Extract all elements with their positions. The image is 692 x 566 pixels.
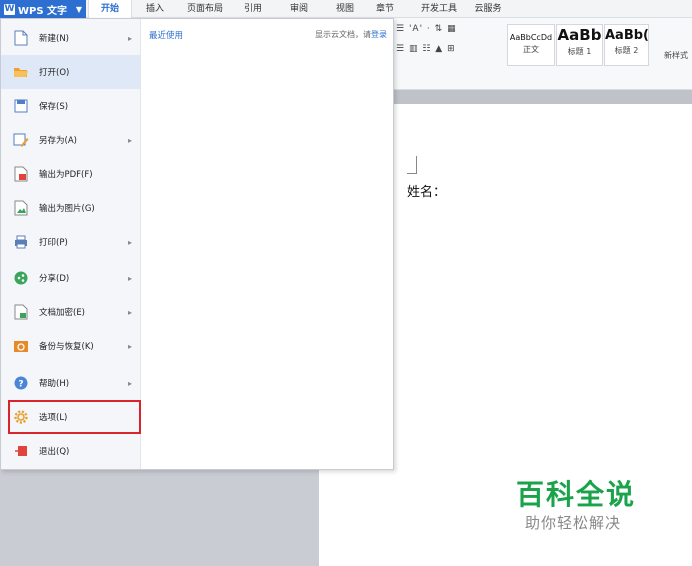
pdf-icon bbox=[13, 166, 29, 182]
line-spacing-icon[interactable]: ☷ bbox=[422, 44, 431, 54]
menu-item-label: 选项(L) bbox=[39, 413, 68, 423]
menu-item-print[interactable]: 打印(P) ▸ bbox=[1, 225, 140, 259]
style-heading-1-sample: AaBb bbox=[557, 26, 602, 44]
document-text[interactable]: 姓名： bbox=[407, 181, 446, 200]
file-menu-list: 新建(N) ▸ 打开(O) 保存(S) 另存为(A) ▸ 输出为PDF(F) 输… bbox=[1, 19, 141, 469]
new-style-button[interactable]: 新样式 bbox=[664, 50, 688, 61]
gear-icon bbox=[13, 409, 29, 425]
menu-item-label: 打印(P) bbox=[39, 238, 68, 248]
tab-home[interactable]: 开始 bbox=[88, 0, 132, 18]
shading-icon[interactable]: ▲ bbox=[435, 44, 443, 54]
svg-text:?: ? bbox=[18, 380, 23, 390]
chevron-right-icon: ▸ bbox=[127, 341, 132, 351]
cloud-hint-text: 显示云文档，请 bbox=[315, 30, 371, 39]
tab-sections[interactable]: 章节 bbox=[370, 0, 400, 18]
tab-view[interactable]: 视图 bbox=[330, 0, 360, 18]
printer-icon bbox=[13, 234, 29, 250]
help-icon: ? bbox=[13, 375, 29, 391]
menu-item-label: 分享(D) bbox=[39, 274, 70, 284]
app-menu-button[interactable]: W WPS 文字 ▼ bbox=[0, 0, 86, 18]
wps-logo-icon: W bbox=[4, 3, 15, 15]
menu-item-open[interactable]: 打开(O) bbox=[1, 55, 140, 89]
ribbon-row-1: ☰ 'A' · ⇅ ▦ bbox=[396, 24, 457, 34]
menu-item-save[interactable]: 保存(S) bbox=[1, 89, 140, 123]
menu-item-label: 退出(Q) bbox=[39, 447, 70, 457]
menu-item-label: 打开(O) bbox=[39, 68, 70, 78]
style-heading-1[interactable]: AaBb 标题 1 bbox=[556, 24, 603, 66]
tab-cloud-services[interactable]: 云服务 bbox=[470, 0, 506, 18]
tab-page-layout[interactable]: 页面布局 bbox=[182, 0, 228, 18]
watermark-subtitle: 助你轻松解决 bbox=[525, 514, 622, 532]
menu-item-label: 输出为图片(G) bbox=[39, 204, 95, 214]
table-icon[interactable]: ▦ bbox=[447, 24, 457, 34]
chevron-down-icon: ▼ bbox=[75, 4, 82, 14]
chevron-right-icon: ▸ bbox=[127, 135, 132, 145]
login-link[interactable]: 登录 bbox=[371, 30, 387, 39]
menu-item-save-as[interactable]: 另存为(A) ▸ bbox=[1, 123, 140, 157]
align-icon[interactable]: ☰ bbox=[396, 44, 405, 54]
top-tab-bar: W WPS 文字 ▼ 开始 插入 页面布局 引用 审阅 视图 章节 开发工具 云… bbox=[0, 0, 692, 18]
new-doc-icon bbox=[13, 30, 29, 46]
menu-item-label: 文档加密(E) bbox=[39, 308, 86, 318]
menu-item-label: 另存为(A) bbox=[39, 136, 77, 146]
tab-developer-tools[interactable]: 开发工具 bbox=[416, 0, 462, 18]
menu-item-new[interactable]: 新建(N) ▸ bbox=[1, 21, 140, 55]
encrypt-icon bbox=[13, 304, 29, 320]
style-heading-1-caption: 标题 1 bbox=[567, 47, 592, 56]
backup-icon bbox=[13, 338, 29, 354]
save-as-icon bbox=[13, 132, 29, 148]
indent-icon[interactable]: ☰ bbox=[396, 24, 405, 34]
menu-item-export-image[interactable]: 输出为图片(G) bbox=[1, 191, 140, 225]
font-size-buttons[interactable]: 'A' · bbox=[409, 24, 431, 34]
style-normal-caption: 正文 bbox=[523, 45, 539, 54]
menu-item-export-pdf[interactable]: 输出为PDF(F) bbox=[1, 157, 140, 191]
tab-insert[interactable]: 插入 bbox=[140, 0, 170, 18]
chevron-right-icon: ▸ bbox=[127, 378, 132, 388]
menu-item-label: 帮助(H) bbox=[39, 379, 70, 389]
sort-icon[interactable]: ⇅ bbox=[435, 24, 444, 34]
folder-open-icon bbox=[13, 64, 29, 80]
file-menu: 新建(N) ▸ 打开(O) 保存(S) 另存为(A) ▸ 输出为PDF(F) 输… bbox=[0, 18, 394, 470]
recent-files-heading: 最近使用 bbox=[149, 31, 184, 41]
chevron-right-icon: ▸ bbox=[127, 237, 132, 247]
ribbon-row-2: ☰ ▥ ☷ ▲ ⊞ bbox=[396, 44, 456, 54]
style-normal-sample: AaBbCcDd bbox=[509, 33, 553, 42]
menu-item-label: 备份与恢复(K) bbox=[39, 342, 94, 352]
image-export-icon bbox=[13, 200, 29, 216]
exit-icon bbox=[13, 443, 29, 459]
tab-references[interactable]: 引用 bbox=[238, 0, 268, 18]
save-icon bbox=[13, 98, 29, 114]
column-icon[interactable]: ▥ bbox=[409, 44, 419, 54]
watermark-title: 百科全说 bbox=[516, 478, 637, 511]
chevron-right-icon: ▸ bbox=[127, 273, 132, 283]
border-icon[interactable]: ⊞ bbox=[447, 44, 456, 54]
share-icon bbox=[13, 270, 29, 286]
cloud-docs-hint: 显示云文档，请登录 bbox=[315, 29, 387, 40]
tab-review[interactable]: 审阅 bbox=[284, 0, 314, 18]
chevron-right-icon: ▸ bbox=[127, 307, 132, 317]
menu-item-exit[interactable]: 退出(Q) bbox=[1, 434, 140, 468]
menu-item-options[interactable]: 选项(L) bbox=[8, 400, 141, 434]
menu-item-label: 新建(N) bbox=[39, 34, 69, 44]
margin-corner-mark bbox=[407, 156, 417, 174]
menu-item-backup[interactable]: 备份与恢复(K) ▸ bbox=[1, 329, 140, 363]
style-heading-2-sample: AaBb( bbox=[605, 28, 648, 43]
app-name: WPS 文字 bbox=[18, 5, 68, 17]
menu-item-help[interactable]: ? 帮助(H) ▸ bbox=[1, 366, 140, 400]
menu-item-encrypt[interactable]: 文档加密(E) ▸ bbox=[1, 295, 140, 329]
menu-item-label: 保存(S) bbox=[39, 102, 69, 112]
chevron-right-icon: ▸ bbox=[127, 33, 132, 43]
style-heading-2[interactable]: AaBb( 标题 2 bbox=[604, 24, 649, 66]
style-heading-2-caption: 标题 2 bbox=[614, 46, 639, 55]
menu-item-share[interactable]: 分享(D) ▸ bbox=[1, 261, 140, 295]
style-normal[interactable]: AaBbCcDd 正文 bbox=[507, 24, 555, 66]
menu-item-label: 输出为PDF(F) bbox=[39, 170, 93, 180]
